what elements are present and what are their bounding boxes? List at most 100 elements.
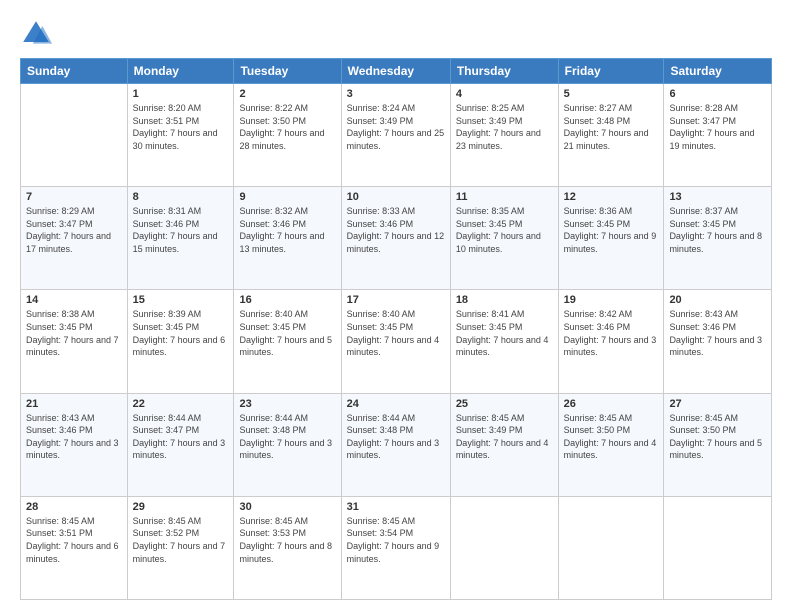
cell-info: Sunrise: 8:40 AMSunset: 3:45 PMDaylight:… — [239, 308, 335, 358]
calendar-cell: 13Sunrise: 8:37 AMSunset: 3:45 PMDayligh… — [664, 187, 772, 290]
cell-info: Sunrise: 8:44 AMSunset: 3:47 PMDaylight:… — [133, 412, 229, 462]
cell-day-number: 20 — [669, 294, 766, 306]
cell-day-number: 6 — [669, 88, 766, 100]
cell-info: Sunrise: 8:45 AMSunset: 3:53 PMDaylight:… — [239, 515, 335, 565]
cell-day-number: 28 — [26, 501, 122, 513]
cell-info: Sunrise: 8:44 AMSunset: 3:48 PMDaylight:… — [347, 412, 445, 462]
cell-day-number: 10 — [347, 191, 445, 203]
cell-day-number: 18 — [456, 294, 553, 306]
calendar-cell: 7 Sunrise: 8:29 AMSunset: 3:47 PMDaylight… — [21, 187, 128, 290]
cell-info: Sunrise: 8:20 AMSunset: 3:51 PMDaylight:… — [133, 102, 229, 152]
calendar-cell: 14 Sunrise: 8:38 AMSunset: 3:45 PMDayligh… — [21, 290, 128, 393]
calendar-header-row: SundayMondayTuesdayWednesdayThursdayFrid… — [21, 59, 772, 84]
calendar-cell: 10 Sunrise: 8:33 AMSunset: 3:46 PMDayligh… — [341, 187, 450, 290]
cell-day-number: 29 — [133, 501, 229, 513]
cell-day-number: 15 — [133, 294, 229, 306]
cell-info: Sunrise: 8:36 AMSunset: 3:45 PMDaylight:… — [564, 205, 659, 255]
cell-day-number: 4 — [456, 88, 553, 100]
calendar-cell: 19 Sunrise: 8:42 AMSunset: 3:46 PMDayligh… — [558, 290, 664, 393]
calendar-table: SundayMondayTuesdayWednesdayThursdayFrid… — [20, 58, 772, 600]
cell-day-number: 12 — [564, 191, 659, 203]
cell-info: Sunrise: 8:22 AMSunset: 3:50 PMDaylight:… — [239, 102, 335, 152]
cell-day-number: 14 — [26, 294, 122, 306]
cell-info: Sunrise: 8:45 AMSunset: 3:51 PMDaylight:… — [26, 515, 122, 565]
calendar-cell: 25 Sunrise: 8:45 AMSunset: 3:49 PMDayligh… — [450, 393, 558, 496]
calendar-cell: 20 Sunrise: 8:43 AMSunset: 3:46 PMDayligh… — [664, 290, 772, 393]
cell-day-number: 30 — [239, 501, 335, 513]
calendar-day-header: Friday — [558, 59, 664, 84]
cell-day-number: 31 — [347, 501, 445, 513]
logo-icon — [20, 18, 52, 50]
cell-info: Sunrise: 8:32 AMSunset: 3:46 PMDaylight:… — [239, 205, 335, 255]
cell-day-number: 7 — [26, 191, 122, 203]
calendar-day-header: Wednesday — [341, 59, 450, 84]
calendar-day-header: Tuesday — [234, 59, 341, 84]
calendar-cell: 28 Sunrise: 8:45 AMSunset: 3:51 PMDayligh… — [21, 496, 128, 599]
cell-day-number: 22 — [133, 398, 229, 410]
calendar-cell: 17 Sunrise: 8:40 AMSunset: 3:45 PMDayligh… — [341, 290, 450, 393]
cell-day-number: 3 — [347, 88, 445, 100]
calendar-cell: 18Sunrise: 8:41 AMSunset: 3:45 PMDayligh… — [450, 290, 558, 393]
calendar-week-row: 1Sunrise: 8:20 AMSunset: 3:51 PMDaylight… — [21, 84, 772, 187]
calendar-cell: 4 Sunrise: 8:25 AMSunset: 3:49 PMDaylight… — [450, 84, 558, 187]
cell-info: Sunrise: 8:24 AMSunset: 3:49 PMDaylight:… — [347, 102, 445, 152]
calendar-cell: 26Sunrise: 8:45 AMSunset: 3:50 PMDayligh… — [558, 393, 664, 496]
calendar-cell: 30 Sunrise: 8:45 AMSunset: 3:53 PMDayligh… — [234, 496, 341, 599]
cell-info: Sunrise: 8:42 AMSunset: 3:46 PMDaylight:… — [564, 308, 659, 358]
cell-day-number: 21 — [26, 398, 122, 410]
calendar-cell — [450, 496, 558, 599]
cell-info: Sunrise: 8:28 AMSunset: 3:47 PMDaylight:… — [669, 102, 766, 152]
cell-day-number: 24 — [347, 398, 445, 410]
calendar-cell: 15 Sunrise: 8:39 AMSunset: 3:45 PMDayligh… — [127, 290, 234, 393]
cell-day-number: 8 — [133, 191, 229, 203]
cell-info: Sunrise: 8:33 AMSunset: 3:46 PMDaylight:… — [347, 205, 445, 255]
calendar-cell: 16 Sunrise: 8:40 AMSunset: 3:45 PMDayligh… — [234, 290, 341, 393]
calendar-week-row: 28 Sunrise: 8:45 AMSunset: 3:51 PMDayligh… — [21, 496, 772, 599]
cell-info: Sunrise: 8:45 AMSunset: 3:52 PMDaylight:… — [133, 515, 229, 565]
calendar-cell: 12 Sunrise: 8:36 AMSunset: 3:45 PMDayligh… — [558, 187, 664, 290]
cell-day-number: 16 — [239, 294, 335, 306]
cell-day-number: 9 — [239, 191, 335, 203]
page: SundayMondayTuesdayWednesdayThursdayFrid… — [0, 0, 792, 612]
cell-day-number: 26 — [564, 398, 659, 410]
cell-day-number: 27 — [669, 398, 766, 410]
cell-info: Sunrise: 8:40 AMSunset: 3:45 PMDaylight:… — [347, 308, 445, 358]
cell-info: Sunrise: 8:35 AMSunset: 3:45 PMDaylight:… — [456, 205, 553, 255]
calendar-cell: 29 Sunrise: 8:45 AMSunset: 3:52 PMDayligh… — [127, 496, 234, 599]
cell-info: Sunrise: 8:31 AMSunset: 3:46 PMDaylight:… — [133, 205, 229, 255]
cell-info: Sunrise: 8:45 AMSunset: 3:54 PMDaylight:… — [347, 515, 445, 565]
calendar-day-header: Saturday — [664, 59, 772, 84]
logo — [20, 18, 56, 50]
calendar-day-header: Sunday — [21, 59, 128, 84]
calendar-cell: 11 Sunrise: 8:35 AMSunset: 3:45 PMDayligh… — [450, 187, 558, 290]
cell-info: Sunrise: 8:27 AMSunset: 3:48 PMDaylight:… — [564, 102, 659, 152]
calendar-cell: 27Sunrise: 8:45 AMSunset: 3:50 PMDayligh… — [664, 393, 772, 496]
cell-info: Sunrise: 8:38 AMSunset: 3:45 PMDaylight:… — [26, 308, 122, 358]
cell-day-number: 13 — [669, 191, 766, 203]
cell-day-number: 2 — [239, 88, 335, 100]
calendar-cell: 21 Sunrise: 8:43 AMSunset: 3:46 PMDayligh… — [21, 393, 128, 496]
cell-info: Sunrise: 8:44 AMSunset: 3:48 PMDaylight:… — [239, 412, 335, 462]
calendar-cell: 2 Sunrise: 8:22 AMSunset: 3:50 PMDaylight… — [234, 84, 341, 187]
calendar-cell: 5Sunrise: 8:27 AMSunset: 3:48 PMDaylight… — [558, 84, 664, 187]
cell-info: Sunrise: 8:39 AMSunset: 3:45 PMDaylight:… — [133, 308, 229, 358]
cell-info: Sunrise: 8:25 AMSunset: 3:49 PMDaylight:… — [456, 102, 553, 152]
calendar-cell: 22 Sunrise: 8:44 AMSunset: 3:47 PMDayligh… — [127, 393, 234, 496]
cell-day-number: 23 — [239, 398, 335, 410]
cell-day-number: 19 — [564, 294, 659, 306]
cell-info: Sunrise: 8:45 AMSunset: 3:49 PMDaylight:… — [456, 412, 553, 462]
cell-info: Sunrise: 8:43 AMSunset: 3:46 PMDaylight:… — [669, 308, 766, 358]
calendar-cell: 23 Sunrise: 8:44 AMSunset: 3:48 PMDayligh… — [234, 393, 341, 496]
calendar-week-row: 21 Sunrise: 8:43 AMSunset: 3:46 PMDayligh… — [21, 393, 772, 496]
cell-day-number: 11 — [456, 191, 553, 203]
calendar-day-header: Thursday — [450, 59, 558, 84]
calendar-cell: 3 Sunrise: 8:24 AMSunset: 3:49 PMDaylight… — [341, 84, 450, 187]
cell-day-number: 25 — [456, 398, 553, 410]
cell-info: Sunrise: 8:43 AMSunset: 3:46 PMDaylight:… — [26, 412, 122, 462]
calendar-cell: 6 Sunrise: 8:28 AMSunset: 3:47 PMDaylight… — [664, 84, 772, 187]
cell-info: Sunrise: 8:29 AMSunset: 3:47 PMDaylight:… — [26, 205, 122, 255]
cell-day-number: 17 — [347, 294, 445, 306]
calendar-cell: 8 Sunrise: 8:31 AMSunset: 3:46 PMDaylight… — [127, 187, 234, 290]
calendar-cell — [664, 496, 772, 599]
calendar-cell: 1Sunrise: 8:20 AMSunset: 3:51 PMDaylight… — [127, 84, 234, 187]
